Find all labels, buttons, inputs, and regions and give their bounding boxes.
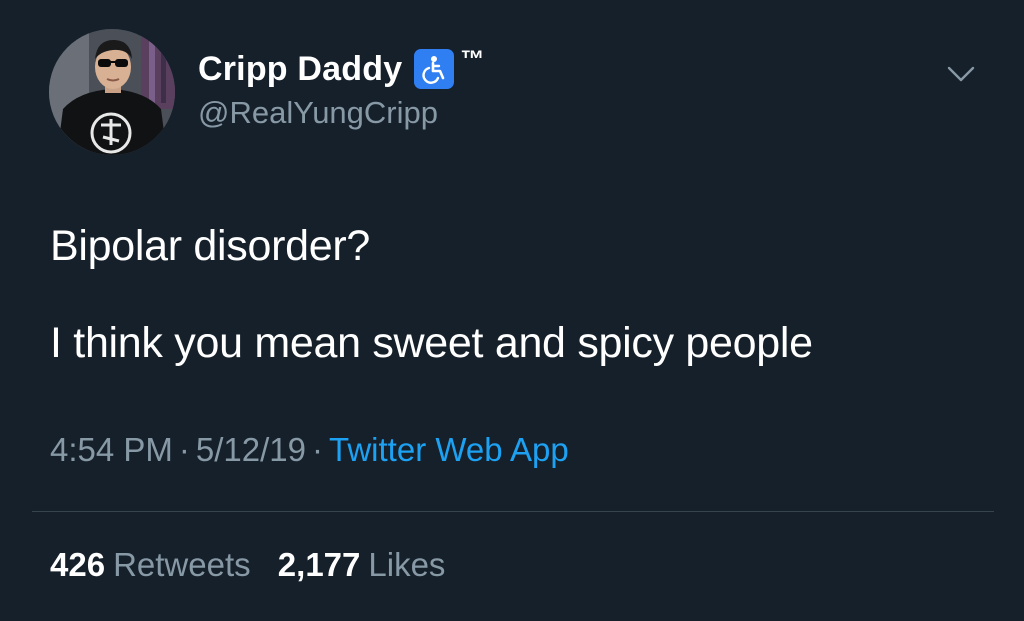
trademark-symbol: ™	[460, 46, 485, 73]
tweet-text-line: I think you mean sweet and spicy people	[50, 319, 813, 367]
user-handle[interactable]: @RealYungCripp	[198, 95, 438, 131]
tweet-source-link[interactable]: Twitter Web App	[329, 431, 569, 468]
user-name-row: Cripp Daddy ™	[198, 46, 484, 92]
tweet-card: Cripp Daddy ™ @RealYungCripp Bipolar dis…	[0, 0, 1024, 621]
like-label: Likes	[368, 546, 446, 583]
likes-stat[interactable]: 2,177 Likes	[278, 546, 446, 583]
retweet-label: Retweets	[113, 546, 251, 583]
like-count: 2,177	[277, 546, 361, 583]
chevron-down-icon[interactable]	[946, 62, 976, 86]
divider	[32, 511, 994, 512]
avatar[interactable]	[49, 29, 175, 155]
meta-separator: ·	[312, 431, 324, 468]
meta-separator: ·	[178, 431, 190, 468]
tweet-meta: 4:54 PM · 5/12/19 · Twitter Web App	[50, 431, 569, 469]
tweet-text-line: Bipolar disorder?	[50, 222, 370, 270]
retweet-count: 426	[50, 546, 106, 583]
tweet-stats: 426 Retweets 2,177 Likes	[50, 546, 445, 584]
display-name[interactable]: Cripp Daddy	[198, 50, 402, 89]
wheelchair-icon	[414, 49, 455, 89]
tweet-time[interactable]: 4:54 PM	[50, 431, 173, 468]
user-avatar-image	[49, 29, 175, 155]
tweet-date[interactable]: 5/12/19	[196, 431, 306, 468]
retweets-stat[interactable]: 426 Retweets	[50, 546, 251, 583]
